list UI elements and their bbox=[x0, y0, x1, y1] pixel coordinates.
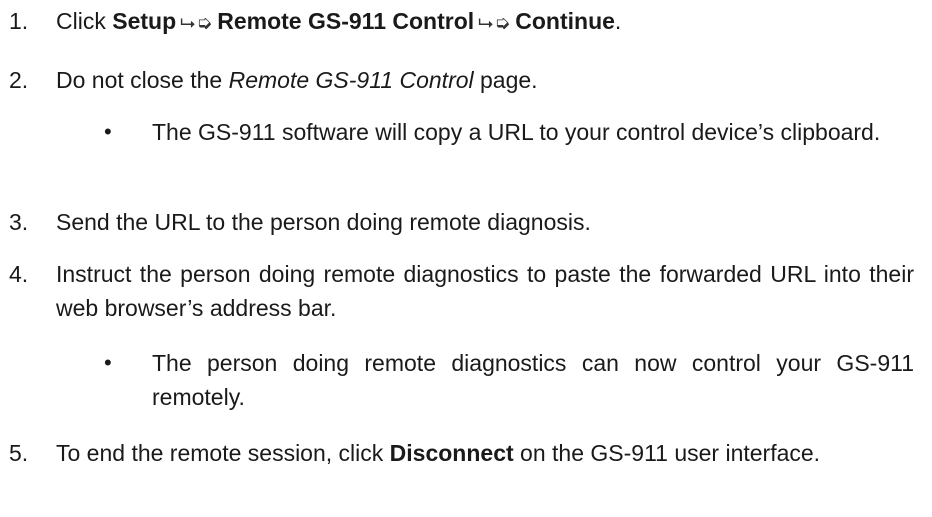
menu-path-arrow-icon: ⮡➭ bbox=[478, 12, 512, 34]
bullet-text: The GS-911 software will copy a URL to y… bbox=[152, 119, 881, 145]
instruction-document: 1. Click Setup ⮡➭ Remote GS-911 Control ⮡➭ C… bbox=[0, 0, 932, 517]
step-1: 1. Click Setup ⮡➭ Remote GS-911 Control ⮡➭ C… bbox=[9, 4, 914, 40]
menu-path-arrow-icon: ⮡➭ bbox=[180, 12, 214, 34]
disconnect-label: Disconnect bbox=[389, 440, 514, 466]
step-5: 5. To end the remote session, click Disc… bbox=[9, 436, 914, 470]
step-number: 4. bbox=[9, 261, 29, 287]
step-3: 3. Send the URL to the person doing remo… bbox=[9, 205, 914, 239]
step-4: 4. Instruct the person doing remote diag… bbox=[9, 257, 914, 325]
menu-item-continue: Continue bbox=[515, 8, 615, 34]
page-name: Remote GS-911 Control bbox=[228, 67, 474, 93]
step-number: 5. bbox=[9, 440, 29, 466]
step-2: 2. Do not close the Remote GS-911 Contro… bbox=[9, 63, 914, 97]
bullet-text: The person doing remote diagnostics can … bbox=[152, 350, 914, 410]
step-text: Do not close the Remote GS-911 Control p… bbox=[56, 67, 538, 93]
step-text: To end the remote session, click Disconn… bbox=[56, 440, 821, 466]
step-number: 2. bbox=[9, 67, 29, 93]
step-text: Send the URL to the person doing remote … bbox=[56, 209, 591, 235]
menu-item-setup: Setup bbox=[112, 8, 177, 34]
step-number: 3. bbox=[9, 209, 29, 235]
step-text: Instruct the person doing remote diagnos… bbox=[56, 261, 914, 321]
step-text: Click Setup ⮡➭ Remote GS-911 Control ⮡➭ Cont… bbox=[56, 8, 622, 34]
menu-item-remote-control: Remote GS-911 Control bbox=[217, 8, 475, 34]
bullet-icon: • bbox=[104, 350, 112, 375]
bullet-icon: • bbox=[104, 119, 112, 144]
step-4-bullet: • The person doing remote diagnostics ca… bbox=[104, 346, 914, 414]
step-number: 1. bbox=[9, 8, 29, 34]
step-2-bullet: • The GS-911 software will copy a URL to… bbox=[104, 115, 914, 149]
